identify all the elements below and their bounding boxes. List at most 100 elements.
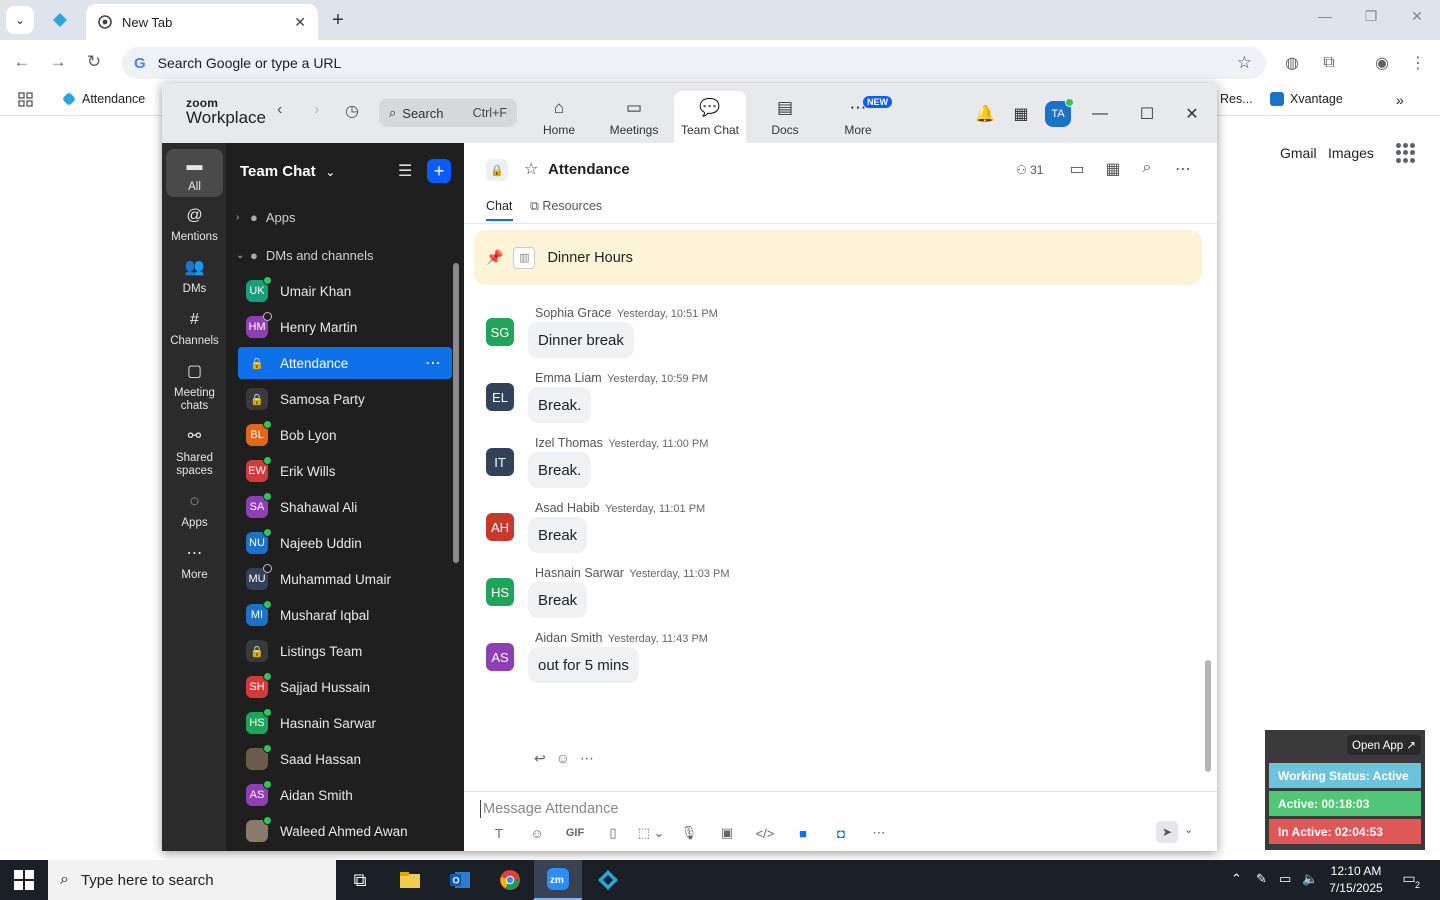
file-explorer-icon[interactable] (386, 860, 434, 900)
tab-resources[interactable]: ⧉ Resources (530, 199, 602, 214)
sidebar-scrollbar[interactable] (453, 263, 459, 563)
group-dms-channels[interactable]: ⌄ ● DMs and channels (236, 248, 374, 263)
notification-center-icon[interactable]: ▭ 2 (1398, 870, 1420, 890)
globe-icon[interactable]: ◍ (1281, 52, 1303, 74)
bookmark-xvantage[interactable]: Xvantage (1270, 92, 1343, 106)
app-shortcut-2-icon[interactable]: ◘ (822, 826, 860, 841)
calendar-icon[interactable]: ▦ (1010, 103, 1032, 125)
sidebar-item[interactable]: MU Muhammad Umair (238, 563, 452, 595)
video-call-icon[interactable]: ▭ (1066, 159, 1088, 179)
message-bubble[interactable]: Break. (528, 452, 592, 488)
sidebar-item[interactable]: 🔒 Samosa Party (238, 383, 452, 415)
chrome-taskbar-icon[interactable] (486, 860, 534, 900)
taskbar-search[interactable]: ⌕ Type here to search (48, 860, 336, 900)
sidebar-item[interactable]: Waleed Ahmed Awan (238, 815, 452, 847)
outlook-icon[interactable]: O (436, 860, 484, 900)
sidebar-item[interactable]: SH Sajjad Hussain (238, 671, 452, 703)
rail-meeting-chats[interactable]: ▢ Meeting chats (166, 363, 223, 413)
channel-more-icon[interactable]: ⋯ (1172, 159, 1194, 179)
message-bubble[interactable]: Break (528, 517, 588, 553)
tab-more[interactable]: ⋯ More NEW (822, 91, 894, 143)
rail-apps[interactable]: ◌ Apps (166, 493, 223, 530)
rail-mentions[interactable]: @ Mentions (166, 207, 223, 244)
messages-scrollbar[interactable] (1205, 660, 1211, 772)
rail-all[interactable]: ▬ All (166, 149, 223, 197)
pinned-tab-icon[interactable] (48, 10, 72, 30)
forward-icon[interactable]: → (46, 52, 70, 74)
sender-name[interactable]: Emma Liam (535, 371, 602, 385)
zoom-forward-icon[interactable]: › (314, 101, 319, 119)
reload-icon[interactable]: ↻ (82, 52, 106, 74)
tab-chat[interactable]: Chat (486, 199, 512, 213)
pinned-message[interactable]: 📌 ▥ Dinner Hours (474, 230, 1202, 285)
row-more-icon[interactable]: ⋯ (425, 353, 442, 373)
extensions-icon[interactable]: ⧉ (1318, 52, 1340, 74)
more-bookmarks-icon[interactable]: » (1396, 92, 1404, 108)
channel-search-icon[interactable]: ⌕ (1136, 159, 1158, 177)
attendance-app-taskbar-icon[interactable] (584, 860, 632, 900)
filter-icon[interactable]: ☰ (398, 161, 412, 181)
rail-dms[interactable]: 👥 DMs (166, 259, 223, 296)
tab-team-chat[interactable]: 💬 Team Chat (674, 91, 746, 143)
zoom-search-input[interactable]: ⌕ Search Ctrl+F (379, 99, 517, 127)
history-icon[interactable]: ◷ (345, 101, 359, 121)
tray-expand-icon[interactable]: ⌃ (1231, 871, 1242, 887)
reply-icon[interactable]: ↩ (534, 750, 546, 767)
zoom-maximize-icon[interactable]: ☐ (1136, 103, 1158, 125)
sidebar-item[interactable]: BL Bob Lyon (238, 419, 452, 451)
tab-new-tab[interactable]: New Tab ✕ (86, 4, 318, 40)
message-input[interactable]: Message Attendance (480, 800, 618, 818)
windows-start-icon[interactable] (14, 870, 34, 890)
sender-name[interactable]: Sophia Grace (535, 306, 611, 320)
sidebar-item[interactable]: SA Shahawal Ali (238, 491, 452, 523)
bookmark-star-icon[interactable]: ☆ (1237, 53, 1252, 73)
sidebar-title[interactable]: Team Chat ⌄ (240, 163, 335, 180)
zoom-minimize-icon[interactable]: — (1089, 103, 1111, 125)
zoom-close-icon[interactable]: ✕ (1181, 103, 1203, 125)
sidebar-item[interactable]: HS Hasnain Sarwar (238, 707, 452, 739)
chrome-menu-icon[interactable]: ⋮ (1407, 52, 1429, 74)
new-tab-button[interactable]: + (326, 8, 350, 32)
message-bubble[interactable]: Break (528, 582, 588, 618)
sender-name[interactable]: Hasnain Sarwar (535, 566, 624, 580)
file-icon[interactable]: ▯ (594, 825, 632, 841)
volume-icon[interactable]: 🔈 (1302, 871, 1318, 887)
user-avatar[interactable]: TA (1045, 98, 1074, 127)
code-icon[interactable]: </> (746, 826, 784, 841)
sidebar-item[interactable]: Saad Hassan (238, 743, 452, 775)
tab-meetings[interactable]: ▭ Meetings (598, 91, 670, 143)
apps-grid-icon[interactable] (18, 92, 33, 107)
back-icon[interactable]: ← (10, 52, 34, 74)
send-button[interactable]: ➤ (1156, 821, 1178, 843)
favorite-star-icon[interactable]: ☆ (524, 159, 538, 179)
bookmark-res[interactable]: Res... (1220, 92, 1253, 106)
message-avatar[interactable]: HS (486, 578, 514, 606)
sidebar-item[interactable]: 🔒 Attendance ⋯ (238, 347, 452, 379)
minimize-icon[interactable]: — (1310, 8, 1340, 24)
composer-more-icon[interactable]: ⋯ (860, 825, 898, 841)
more-actions-icon[interactable]: ⋯ (580, 750, 594, 767)
message-avatar[interactable]: AS (486, 643, 514, 671)
member-count[interactable]: ⚇ 31 (1016, 163, 1043, 177)
microphone-icon[interactable]: 🎙 (670, 825, 708, 841)
close-window-icon[interactable]: ✕ (1402, 8, 1432, 25)
gif-icon[interactable]: GIF (556, 827, 594, 839)
channel-name[interactable]: Attendance (548, 161, 630, 178)
message-bubble[interactable]: out for 5 mins (528, 647, 639, 683)
images-link[interactable]: Images (1328, 145, 1374, 161)
tab-close-icon[interactable]: ✕ (294, 14, 306, 31)
emoji-reaction-icon[interactable]: ☺ (556, 750, 570, 767)
sidebar-item[interactable]: 🔒 Listings Team (238, 635, 452, 667)
sidebar-item[interactable]: UK Umair Khan (238, 275, 452, 307)
new-chat-button[interactable]: + (427, 159, 451, 183)
message-avatar[interactable]: AH (486, 513, 514, 541)
emoji-icon[interactable]: ☺ (518, 826, 556, 841)
rail-channels[interactable]: # Channels (166, 311, 223, 348)
google-apps-icon[interactable] (1396, 143, 1416, 163)
zoom-back-icon[interactable]: ‹ (277, 101, 282, 119)
video-message-icon[interactable]: ▣ (708, 825, 746, 841)
format-text-icon[interactable]: T (480, 826, 518, 841)
sidebar-item[interactable]: AS Aidan Smith (238, 779, 452, 811)
gmail-link[interactable]: Gmail (1280, 145, 1317, 161)
sender-name[interactable]: Izel Thomas (535, 436, 603, 450)
